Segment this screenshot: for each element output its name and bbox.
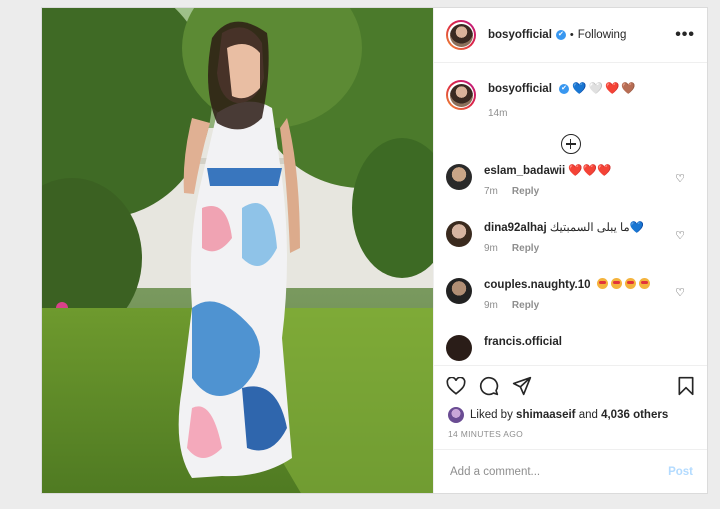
heart-icon[interactable]: ♡ [675,172,685,185]
heart-eyes-emoji-icon [624,278,636,289]
more-icon[interactable]: ••• [675,26,695,44]
comment-item: dina92alhaj ما يبلى السمبتيك💙 9m Reply ♡ [434,219,707,276]
liked-by-prefix: Liked by [470,409,513,421]
comment-time: 9m [484,300,498,311]
comment-text: ❤️❤️❤️ [568,165,612,177]
comment-username[interactable]: couples.naughty.10 [484,279,591,291]
comment-username[interactable]: dina92alhaj [484,222,547,234]
follow-status-button[interactable]: Following [578,29,627,41]
liked-by-user[interactable]: shimaaseif [516,409,575,421]
liked-by-count[interactable]: 4,036 others [601,409,668,421]
reply-button[interactable]: Reply [512,186,539,197]
avatar[interactable] [446,20,476,50]
share-icon[interactable] [512,376,532,396]
likes-summary: Liked by shimaaseif and 4,036 others [434,406,707,424]
instagram-post: bosyofficial ✔ • Following ••• bosyoffic… [41,7,708,494]
heart-icon[interactable]: ♡ [675,229,685,242]
avatar[interactable] [446,164,472,190]
comment-item: francis.official [434,333,707,365]
comment-icon[interactable] [479,376,499,396]
post-button[interactable]: Post [668,466,693,478]
action-bar [434,365,707,406]
heart-eyes-emoji-icon [638,278,650,289]
add-comment-bar: Post [434,449,707,493]
comment-time: 7m [484,186,498,197]
avatar[interactable] [446,278,472,304]
separator: • [569,29,574,41]
post-side-panel: bosyofficial ✔ • Following ••• bosyoffic… [433,8,707,493]
avatar[interactable] [446,221,472,247]
plus-circle-icon[interactable] [560,134,581,154]
verified-icon: ✔ [559,83,570,94]
avatar[interactable] [446,80,476,110]
heart-eyes-emoji-icon [610,278,622,289]
comment-username[interactable]: francis.official [484,336,562,348]
reply-button[interactable]: Reply [512,243,539,254]
comment-time: 9m [484,243,498,254]
post-photo[interactable] [42,8,433,493]
comment-item: eslam_badawii ❤️❤️❤️ 7m Reply ♡ [434,162,707,219]
post-header: bosyofficial ✔ • Following ••• [434,8,707,63]
comment-item: couples.naughty.10 9m Reply ♡ [434,276,707,333]
comment-username[interactable]: eslam_badawii [484,165,565,177]
post-image [42,8,433,493]
reply-button[interactable]: Reply [512,300,539,311]
heart-eyes-emoji-icon [596,278,608,289]
verified-icon: ✔ [555,30,566,40]
username[interactable]: bosyofficial [488,29,552,41]
comment-text: ما يبلى السمبتيك💙 [549,222,644,234]
avatar[interactable] [448,407,464,423]
caption-username[interactable]: bosyofficial [488,83,552,95]
caption-time: 14m [488,108,508,119]
posted-time: 14 MINUTES AGO [448,429,524,439]
bookmark-icon[interactable] [677,376,695,396]
heart-icon[interactable] [446,377,466,395]
comment-input[interactable] [448,464,669,479]
heart-icon[interactable]: ♡ [675,286,685,299]
liked-by-and: and [578,409,598,421]
caption: bosyofficial ✔ 💙🤍❤️🤎 14m [434,63,707,119]
comments-list[interactable]: bosyofficial ✔ 💙🤍❤️🤎 14m eslam_badawii ❤… [434,63,707,365]
avatar[interactable] [446,335,472,361]
caption-text: 💙🤍❤️🤎 [572,83,638,95]
